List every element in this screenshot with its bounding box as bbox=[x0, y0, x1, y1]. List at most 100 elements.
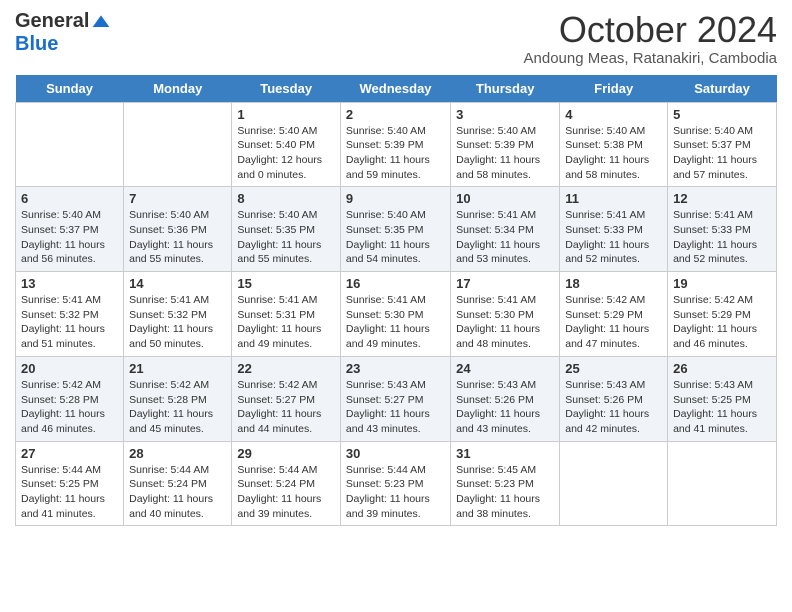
cell-info: Sunrise: 5:40 AMSunset: 5:35 PMDaylight:… bbox=[346, 208, 445, 267]
day-of-week-header: Saturday bbox=[668, 75, 777, 103]
calendar-cell bbox=[560, 441, 668, 526]
cell-info: Sunrise: 5:44 AMSunset: 5:25 PMDaylight:… bbox=[21, 463, 118, 522]
day-of-week-header: Tuesday bbox=[232, 75, 341, 103]
calendar-cell: 19Sunrise: 5:42 AMSunset: 5:29 PMDayligh… bbox=[668, 272, 777, 357]
day-of-week-header: Friday bbox=[560, 75, 668, 103]
calendar-cell: 15 Sunrise: 5:41 AMSunset: 5:31 PMDayligh… bbox=[232, 272, 341, 357]
calendar-cell: 1 Sunrise: 5:40 AMSunset: 5:40 PMDaylight… bbox=[232, 102, 341, 187]
cell-info: Sunrise: 5:40 AMSunset: 5:37 PMDaylight:… bbox=[673, 124, 771, 183]
location-subtitle: Andoung Meas, Ratanakiri, Cambodia bbox=[524, 50, 777, 67]
calendar-cell: 12 Sunrise: 5:41 AMSunset: 5:33 PMDayligh… bbox=[668, 187, 777, 272]
day-header-row: SundayMondayTuesdayWednesdayThursdayFrid… bbox=[16, 75, 777, 103]
cell-info: Sunrise: 5:40 AMSunset: 5:36 PMDaylight:… bbox=[129, 208, 226, 267]
day-number: 13 bbox=[21, 276, 118, 291]
cell-info: Sunrise: 5:43 AMSunset: 5:26 PMDaylight:… bbox=[565, 378, 662, 437]
cell-info: Sunrise: 5:42 AMSunset: 5:29 PMDaylight:… bbox=[565, 293, 662, 352]
cell-info: Sunrise: 5:43 AMSunset: 5:27 PMDaylight:… bbox=[346, 378, 445, 437]
cell-info: Sunrise: 5:42 AMSunset: 5:28 PMDaylight:… bbox=[21, 378, 118, 437]
day-number: 20 bbox=[21, 361, 118, 376]
day-number: 11 bbox=[565, 191, 662, 206]
day-number: 29 bbox=[237, 446, 335, 461]
calendar-week-row: 27 Sunrise: 5:44 AMSunset: 5:25 PMDayligh… bbox=[16, 441, 777, 526]
calendar-cell bbox=[16, 102, 124, 187]
calendar-cell: 22Sunrise: 5:42 AMSunset: 5:27 PMDayligh… bbox=[232, 356, 341, 441]
day-of-week-header: Wednesday bbox=[340, 75, 450, 103]
day-number: 24 bbox=[456, 361, 554, 376]
calendar-cell: 3 Sunrise: 5:40 AMSunset: 5:39 PMDaylight… bbox=[451, 102, 560, 187]
calendar-cell: 31Sunrise: 5:45 AMSunset: 5:23 PMDayligh… bbox=[451, 441, 560, 526]
day-number: 22 bbox=[237, 361, 335, 376]
day-number: 2 bbox=[346, 107, 445, 122]
calendar-cell: 26Sunrise: 5:43 AMSunset: 5:25 PMDayligh… bbox=[668, 356, 777, 441]
day-number: 3 bbox=[456, 107, 554, 122]
calendar-cell: 9Sunrise: 5:40 AMSunset: 5:35 PMDaylight… bbox=[340, 187, 450, 272]
calendar-cell: 4Sunrise: 5:40 AMSunset: 5:38 PMDaylight… bbox=[560, 102, 668, 187]
calendar-cell: 29Sunrise: 5:44 AMSunset: 5:24 PMDayligh… bbox=[232, 441, 341, 526]
day-number: 12 bbox=[673, 191, 771, 206]
calendar-cell: 25 Sunrise: 5:43 AMSunset: 5:26 PMDayligh… bbox=[560, 356, 668, 441]
calendar-cell: 24 Sunrise: 5:43 AMSunset: 5:26 PMDayligh… bbox=[451, 356, 560, 441]
cell-info: Sunrise: 5:41 AMSunset: 5:32 PMDaylight:… bbox=[21, 293, 118, 352]
cell-info: Sunrise: 5:40 AMSunset: 5:39 PMDaylight:… bbox=[346, 124, 445, 183]
day-number: 15 bbox=[237, 276, 335, 291]
day-number: 6 bbox=[21, 191, 118, 206]
day-number: 14 bbox=[129, 276, 226, 291]
calendar-week-row: 1 Sunrise: 5:40 AMSunset: 5:40 PMDaylight… bbox=[16, 102, 777, 187]
day-number: 8 bbox=[237, 191, 335, 206]
cell-info: Sunrise: 5:40 AMSunset: 5:40 PMDaylight:… bbox=[237, 124, 335, 183]
day-number: 26 bbox=[673, 361, 771, 376]
calendar-cell bbox=[668, 441, 777, 526]
day-number: 18 bbox=[565, 276, 662, 291]
cell-info: Sunrise: 5:44 AMSunset: 5:24 PMDaylight:… bbox=[129, 463, 226, 522]
cell-info: Sunrise: 5:41 AMSunset: 5:32 PMDaylight:… bbox=[129, 293, 226, 352]
cell-info: Sunrise: 5:43 AMSunset: 5:26 PMDaylight:… bbox=[456, 378, 554, 437]
day-number: 5 bbox=[673, 107, 771, 122]
calendar-week-row: 13 Sunrise: 5:41 AMSunset: 5:32 PMDayligh… bbox=[16, 272, 777, 357]
cell-info: Sunrise: 5:40 AMSunset: 5:39 PMDaylight:… bbox=[456, 124, 554, 183]
day-number: 31 bbox=[456, 446, 554, 461]
calendar-cell: 11 Sunrise: 5:41 AMSunset: 5:33 PMDayligh… bbox=[560, 187, 668, 272]
calendar-week-row: 20 Sunrise: 5:42 AMSunset: 5:28 PMDayligh… bbox=[16, 356, 777, 441]
calendar-cell: 23 Sunrise: 5:43 AMSunset: 5:27 PMDayligh… bbox=[340, 356, 450, 441]
calendar-cell: 13 Sunrise: 5:41 AMSunset: 5:32 PMDayligh… bbox=[16, 272, 124, 357]
cell-info: Sunrise: 5:40 AMSunset: 5:35 PMDaylight:… bbox=[237, 208, 335, 267]
cell-info: Sunrise: 5:41 AMSunset: 5:34 PMDaylight:… bbox=[456, 208, 554, 267]
cell-info: Sunrise: 5:40 AMSunset: 5:38 PMDaylight:… bbox=[565, 124, 662, 183]
calendar-cell: 14 Sunrise: 5:41 AMSunset: 5:32 PMDayligh… bbox=[124, 272, 232, 357]
day-number: 7 bbox=[129, 191, 226, 206]
day-number: 28 bbox=[129, 446, 226, 461]
cell-info: Sunrise: 5:44 AMSunset: 5:23 PMDaylight:… bbox=[346, 463, 445, 522]
day-number: 27 bbox=[21, 446, 118, 461]
month-title: October 2024 bbox=[524, 10, 777, 50]
logo-icon bbox=[91, 12, 111, 32]
cell-info: Sunrise: 5:41 AMSunset: 5:31 PMDaylight:… bbox=[237, 293, 335, 352]
cell-info: Sunrise: 5:42 AMSunset: 5:28 PMDaylight:… bbox=[129, 378, 226, 437]
day-number: 1 bbox=[237, 107, 335, 122]
cell-info: Sunrise: 5:41 AMSunset: 5:33 PMDaylight:… bbox=[565, 208, 662, 267]
calendar-cell: 10Sunrise: 5:41 AMSunset: 5:34 PMDayligh… bbox=[451, 187, 560, 272]
day-number: 17 bbox=[456, 276, 554, 291]
day-of-week-header: Monday bbox=[124, 75, 232, 103]
day-number: 30 bbox=[346, 446, 445, 461]
day-of-week-header: Sunday bbox=[16, 75, 124, 103]
calendar-cell: 28 Sunrise: 5:44 AMSunset: 5:24 PMDayligh… bbox=[124, 441, 232, 526]
day-number: 25 bbox=[565, 361, 662, 376]
calendar-cell: 6Sunrise: 5:40 AMSunset: 5:37 PMDaylight… bbox=[16, 187, 124, 272]
cell-info: Sunrise: 5:41 AMSunset: 5:30 PMDaylight:… bbox=[346, 293, 445, 352]
day-number: 19 bbox=[673, 276, 771, 291]
calendar-cell bbox=[124, 102, 232, 187]
day-number: 23 bbox=[346, 361, 445, 376]
page-header: General Blue October 2024 Andoung Meas, … bbox=[15, 10, 777, 67]
calendar-cell: 8 Sunrise: 5:40 AMSunset: 5:35 PMDaylight… bbox=[232, 187, 341, 272]
cell-info: Sunrise: 5:41 AMSunset: 5:30 PMDaylight:… bbox=[456, 293, 554, 352]
calendar-cell: 2 Sunrise: 5:40 AMSunset: 5:39 PMDaylight… bbox=[340, 102, 450, 187]
calendar-week-row: 6Sunrise: 5:40 AMSunset: 5:37 PMDaylight… bbox=[16, 187, 777, 272]
logo-blue-text: Blue bbox=[15, 33, 58, 56]
calendar-cell: 20 Sunrise: 5:42 AMSunset: 5:28 PMDayligh… bbox=[16, 356, 124, 441]
calendar-cell: 16Sunrise: 5:41 AMSunset: 5:30 PMDayligh… bbox=[340, 272, 450, 357]
day-of-week-header: Thursday bbox=[451, 75, 560, 103]
calendar-cell: 5 Sunrise: 5:40 AMSunset: 5:37 PMDaylight… bbox=[668, 102, 777, 187]
logo: General Blue bbox=[15, 10, 111, 56]
cell-info: Sunrise: 5:41 AMSunset: 5:33 PMDaylight:… bbox=[673, 208, 771, 267]
calendar-cell: 21Sunrise: 5:42 AMSunset: 5:28 PMDayligh… bbox=[124, 356, 232, 441]
